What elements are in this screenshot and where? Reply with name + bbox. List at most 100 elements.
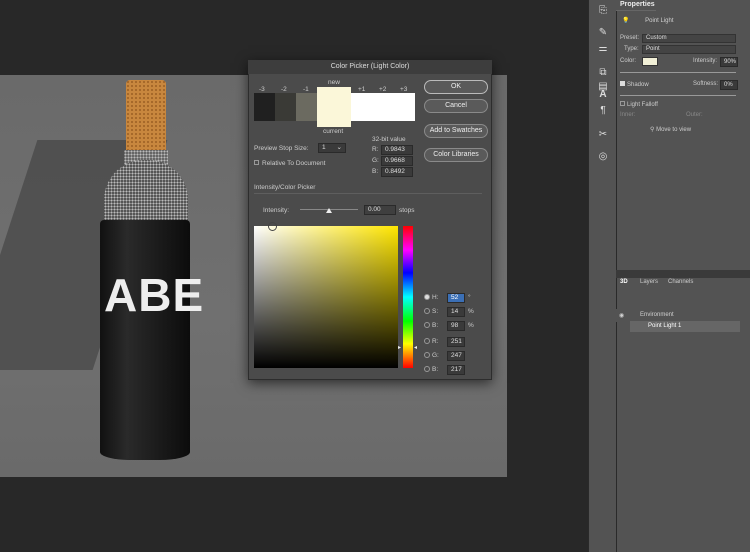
point-light-layer-label: Point Light 1	[648, 323, 682, 329]
g-radio[interactable]	[424, 352, 430, 359]
g-field[interactable]: 247	[447, 351, 465, 361]
stop-label-m3: -3	[259, 86, 265, 93]
relative-to-document-label: Relative To Document	[262, 160, 326, 167]
paragraph-icon[interactable]: ¶	[596, 104, 610, 118]
s-row: S:	[424, 308, 438, 315]
inner-label: Inner:	[620, 112, 636, 118]
hue-slider-left-arrow[interactable]: ▸	[398, 344, 401, 351]
tools-icon[interactable]: ✂	[596, 128, 610, 142]
preview-stop-size-select[interactable]: 1 ⌄	[318, 143, 346, 153]
lightbulb-icon: 💡	[622, 18, 630, 24]
shadow-checkbox-row[interactable]: Shadow	[620, 81, 649, 91]
cancel-button[interactable]: Cancel	[424, 99, 488, 113]
color-field-cursor[interactable]	[268, 222, 277, 231]
r32-field[interactable]: 0.9843	[381, 145, 413, 155]
list-item[interactable]: Point Light 1	[630, 321, 740, 332]
r-row: R:	[424, 338, 439, 345]
type-select[interactable]: Point	[642, 45, 736, 54]
intensity-field[interactable]: 90%	[720, 57, 738, 67]
environment-layer-label: Environment	[640, 312, 674, 318]
move-icon: ⚲	[650, 127, 655, 133]
3d-icon[interactable]: ◎	[596, 150, 610, 164]
intensity-color-picker-heading: Intensity/Color Picker	[254, 184, 316, 191]
intensity-field[interactable]: 0.00	[364, 205, 396, 215]
move-to-view-label: Move to view	[656, 127, 692, 133]
ok-button[interactable]: OK	[424, 80, 488, 94]
panel-icon-strip: ⎘ ✎ ⚌ ⧉ ▤ A ¶ ✂ ◎	[588, 0, 616, 552]
section-divider	[254, 193, 482, 194]
color-field[interactable]	[254, 226, 398, 368]
softness-field[interactable]: 0%	[720, 80, 738, 90]
point-light-title: Point Light	[645, 18, 674, 24]
hue-slider[interactable]	[403, 226, 413, 368]
stop-label-p3: +3	[400, 86, 408, 93]
preset-label: Preset:	[620, 35, 640, 41]
32bit-value-label: 32-bit value	[372, 136, 406, 143]
stop-swatch-m1[interactable]	[296, 93, 317, 121]
bottle-body[interactable]	[100, 220, 190, 460]
r-radio[interactable]	[424, 338, 430, 345]
light-falloff-checkbox[interactable]: Light Falloff	[620, 101, 658, 111]
preset-select[interactable]: Custom	[642, 34, 736, 43]
g-row: G:	[424, 352, 439, 359]
bottle-label-text: ABE	[104, 269, 205, 321]
adjust-icon[interactable]: ⚌	[596, 42, 610, 56]
move-to-view-button[interactable]: ⚲ Move to view	[650, 126, 691, 136]
outer-label: Outer:	[686, 112, 703, 118]
bv-unit: %	[468, 322, 474, 329]
b-row: B:	[424, 366, 438, 373]
stop-label-p2: +2	[379, 86, 387, 93]
add-to-swatches-button[interactable]: Add to Swatches	[424, 124, 488, 138]
tab-channels[interactable]: Channels	[668, 279, 693, 285]
s-field[interactable]: 14	[447, 307, 465, 317]
brush-icon[interactable]: ✎	[596, 26, 610, 40]
properties-tab[interactable]: Properties	[616, 0, 656, 11]
tab-3d[interactable]: 3D	[620, 279, 628, 285]
h-radio[interactable]	[424, 294, 430, 301]
color-libraries-button[interactable]: Color Libraries	[424, 148, 488, 162]
h-unit: °	[468, 294, 471, 301]
properties-header: 💡 Point Light	[622, 17, 682, 27]
h-label: H:	[432, 294, 439, 301]
color-label: Color:	[620, 58, 637, 64]
stop-label-m1: -1	[303, 86, 309, 93]
intensity-slider-thumb[interactable]	[326, 208, 332, 213]
shadow-checkbox[interactable]	[620, 81, 625, 86]
eye-icon[interactable]: ◉	[619, 312, 624, 319]
light-color-swatch[interactable]	[642, 57, 658, 66]
relative-to-document-checkbox[interactable]: Relative To Document	[254, 160, 325, 167]
dialog-title: Color Picker (Light Color)	[248, 60, 492, 74]
softness-label: Softness:	[693, 81, 719, 87]
g32-field[interactable]: 0.9668	[381, 156, 413, 166]
bv-radio[interactable]	[424, 322, 430, 329]
intensity-label: Intensity:	[693, 58, 718, 64]
b-field[interactable]: 217	[447, 365, 465, 375]
chevron-down-icon: ⌄	[336, 144, 342, 151]
stops-unit: stops	[399, 207, 415, 214]
stop-swatch-m2[interactable]	[275, 93, 296, 121]
character-icon[interactable]: A	[596, 88, 610, 102]
b-label: B:	[432, 366, 439, 373]
r-label: R:	[432, 338, 439, 345]
history-icon[interactable]: ⎘	[596, 4, 610, 18]
type-label: Type:	[624, 46, 639, 52]
intensity-label: Intensity:	[263, 207, 290, 214]
s-radio[interactable]	[424, 308, 430, 315]
clone-source-icon[interactable]: ⧉	[596, 66, 610, 80]
softness-slider[interactable]	[620, 95, 736, 96]
bv-field[interactable]: 98	[447, 321, 465, 331]
b-radio[interactable]	[424, 366, 430, 373]
hue-slider-right-arrow[interactable]: ◂	[414, 344, 417, 351]
intensity-slider[interactable]	[620, 72, 736, 73]
current-label: current	[323, 128, 344, 135]
r-field[interactable]: 251	[447, 337, 465, 347]
tab-layers[interactable]: Layers	[640, 279, 658, 285]
h-field[interactable]: 52	[447, 293, 465, 303]
s-label: S:	[432, 308, 439, 315]
b32-field[interactable]: 0.8492	[381, 167, 413, 177]
stop-label-p1: +1	[358, 86, 366, 93]
stop-swatch-plus[interactable]	[351, 93, 415, 121]
shadow-label: Shadow	[627, 82, 649, 88]
stop-swatch-m3[interactable]	[254, 93, 275, 121]
g-label: G:	[432, 352, 439, 359]
